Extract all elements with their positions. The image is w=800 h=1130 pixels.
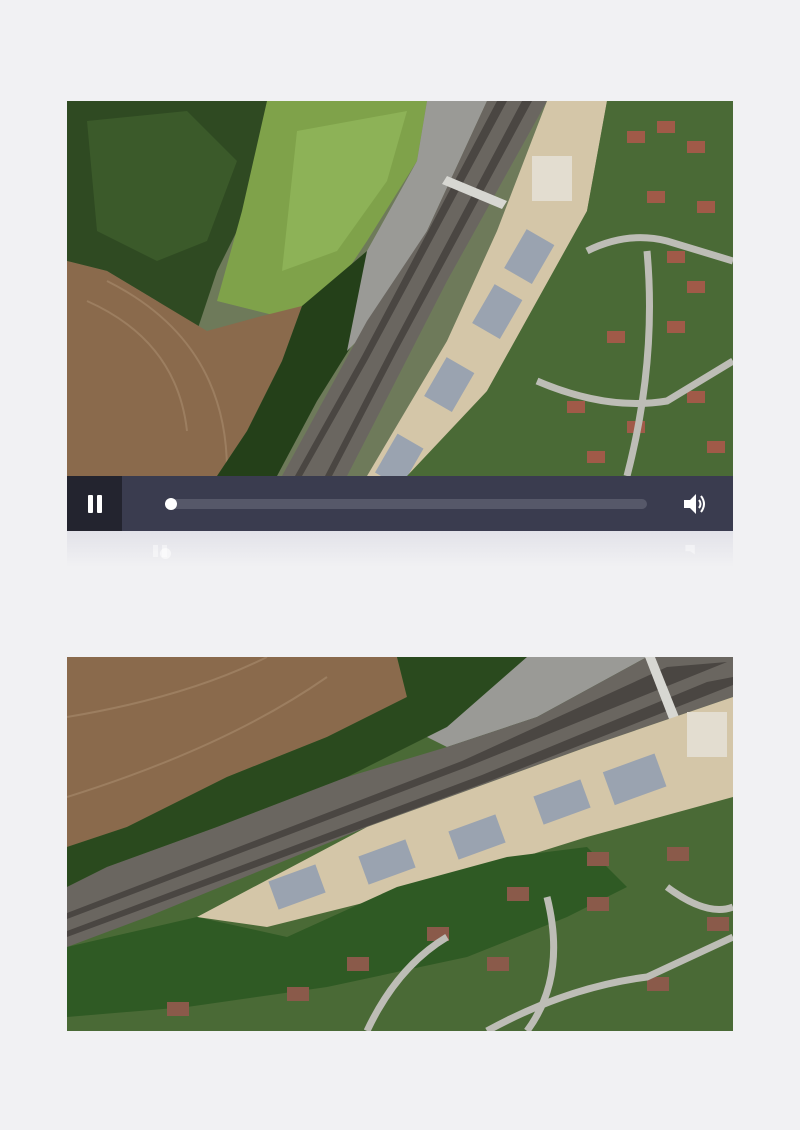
video-frame-top[interactable] — [67, 101, 733, 476]
progress-thumb[interactable] — [165, 497, 177, 510]
page — [0, 0, 800, 1130]
aerial-photo-top — [67, 101, 733, 476]
pause-button[interactable] — [67, 476, 122, 531]
video-frame-bottom[interactable] — [67, 657, 733, 1031]
video-control-bar — [67, 476, 733, 531]
volume-icon-reflection — [685, 545, 695, 555]
pause-icon — [87, 494, 102, 513]
thumb-reflection — [160, 548, 171, 559]
volume-icon[interactable] — [681, 490, 709, 518]
progress-bar[interactable] — [165, 497, 647, 510]
aerial-photo-bottom — [67, 657, 733, 1031]
control-bar-reflection — [67, 531, 733, 567]
